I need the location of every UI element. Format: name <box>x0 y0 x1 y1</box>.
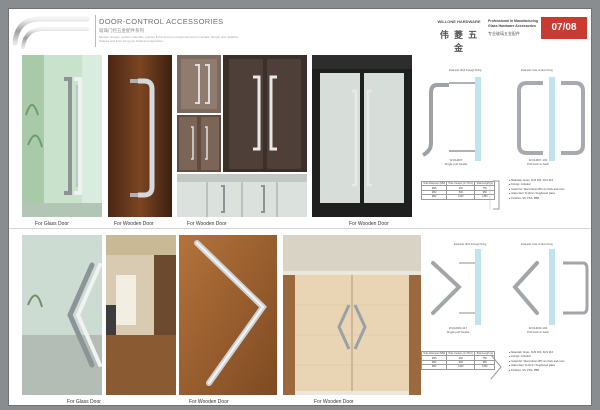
feature-item: Finishes: SS, PSS, PBB <box>509 197 565 201</box>
diagram-top-left-title: Example: Bolt through fixing <box>449 69 482 72</box>
features-bottom: Materials: brass, SUS 304, SUS 316 Fixin… <box>509 351 565 373</box>
photo-collage-1 <box>177 55 221 113</box>
diagram-top-handles <box>422 77 585 161</box>
photo-wooden-door-handle <box>108 55 172 217</box>
tagline-cn: 专业玻璃五金配件 <box>488 31 520 36</box>
photo-dark-frame-door <box>312 55 412 217</box>
photo-wooden-door-angled <box>179 235 277 395</box>
model-top-right-note: Pull back to back <box>527 161 549 166</box>
model-bottom-left: W-DH000-117 Single pull handle <box>436 326 480 334</box>
caption-top-1: For Glass Door <box>35 221 69 227</box>
caption-bottom-3: For Wooden Door <box>314 399 354 405</box>
diagram-top-right-title: Example: face to face fixing <box>521 69 553 72</box>
table-cell: 1200 <box>446 364 476 370</box>
model-bottom-left-note: Single pull handle <box>446 329 470 334</box>
photo-collage-2 <box>177 115 221 172</box>
diagram-bottom-left-title: Example: Bolt through fixing <box>454 243 487 246</box>
header-divider <box>95 15 96 47</box>
table-cell: Ø32 <box>420 364 448 370</box>
features-top: Materials: brass, SUS 304, SUS 316 Fixin… <box>509 179 565 201</box>
catalog-page: DOOR-CONTROL ACCESSORIES 玻璃门控五金配件系列 Mode… <box>8 8 592 406</box>
page-title: DOOR-CONTROL ACCESSORIES <box>99 17 224 26</box>
photo-glass-door-straight <box>22 55 102 217</box>
photo-collage-4 <box>177 174 307 217</box>
caption-top-2: For Wooden Door <box>114 221 154 227</box>
table-row: Ø32 1200 1350 <box>420 194 496 200</box>
profile-drawing-top <box>489 180 500 210</box>
brand-name: WILLONE HARDWARE <box>437 19 481 24</box>
page-subtitle: 玻璃门控五金配件系列 <box>99 28 144 33</box>
table-cell: 1200 <box>446 194 476 200</box>
model-top-left-note: Single pull handle <box>444 161 468 166</box>
model-top-left: W-DH607 Single pull handle <box>436 158 476 166</box>
caption-top-4: For Wooden Door <box>349 221 389 227</box>
diagram-bottom-right-title: Example: face to face fixing <box>521 243 553 246</box>
model-bottom-right: W-DH000-102 Pull back to back <box>514 326 562 334</box>
table-cell: Ø32 <box>420 194 448 200</box>
section-divider <box>9 228 591 229</box>
page-description: Modern shapes, perfect materials, precis… <box>99 35 240 43</box>
spec-table-bottom: Tube Diameter (MM) Hole Centers (C-TO-C)… <box>420 350 496 370</box>
photo-wide-wooden-door <box>283 235 421 395</box>
caption-bottom-2: For Wooden Door <box>189 399 229 405</box>
photo-interior-corridor <box>106 235 176 395</box>
spec-table-top: Tube Diameter (MM) Hole Centers (C-TO-C)… <box>420 180 496 200</box>
diagram-bottom-handles <box>431 249 589 325</box>
brand-name-cn: 伟 菱 五 金 <box>439 31 479 54</box>
model-top-right: W-DH607-102 Pull back to back <box>514 158 562 166</box>
page-number-badge: 07/08 <box>541 17 587 39</box>
profile-drawing-bottom <box>490 354 502 380</box>
logo-handle-image <box>12 13 93 53</box>
photo-collage-3 <box>223 55 307 172</box>
model-bottom-right-note: Pull back to back <box>527 329 549 334</box>
caption-top-3: For Wooden Door <box>187 221 227 227</box>
photo-glass-door-angled <box>22 235 102 395</box>
feature-item: Finishes: SS, PSS, PBB <box>509 369 565 373</box>
tagline: Professional In Manufacturing Glass Hard… <box>488 19 539 28</box>
table-row: Ø32 1200 1350 <box>420 364 496 370</box>
caption-bottom-1: For Glass Door <box>67 399 101 405</box>
